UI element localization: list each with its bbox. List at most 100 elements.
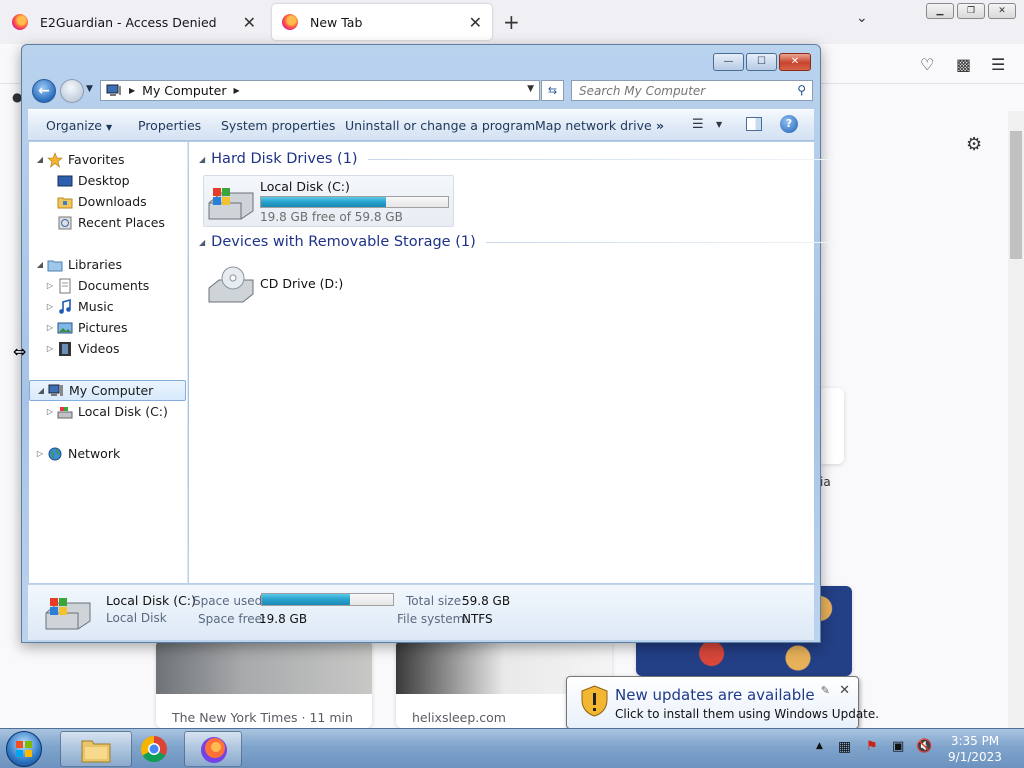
collapsed-arrow-icon[interactable]: ▷: [45, 323, 55, 332]
tree-item-recent-places[interactable]: Recent Places: [29, 212, 186, 233]
computer-icon: [106, 84, 121, 96]
tree-item-music[interactable]: ▷ Music: [29, 296, 186, 317]
tab-close-icon[interactable]: ✕: [469, 13, 482, 32]
expanded-arrow-icon[interactable]: ◢: [36, 386, 46, 395]
breadcrumb-my-computer[interactable]: My Computer: [142, 83, 226, 98]
recent-pages-chevron-down-icon[interactable]: ▼: [86, 84, 93, 94]
tab-title: E2Guardian - Access Denied: [40, 14, 217, 30]
tree-item-favorites[interactable]: ◢ Favorites: [29, 149, 186, 170]
group-header-hard-disks[interactable]: ◢ Hard Disk Drives (1): [199, 151, 833, 167]
group-collapse-icon[interactable]: ◢: [199, 238, 205, 247]
tree-item-local-disk[interactable]: ▷ Local Disk (C:): [29, 401, 186, 422]
close-button[interactable]: ✕: [779, 53, 811, 71]
map-network-drive-button[interactable]: Map network drive: [535, 118, 652, 133]
file-system-label: File system:: [397, 612, 469, 626]
collapsed-arrow-icon[interactable]: ▷: [45, 281, 55, 290]
drive-name: CD Drive (D:): [260, 276, 344, 291]
firefox-favicon-icon: [282, 14, 298, 30]
address-history-chevron-down-icon[interactable]: ▼: [527, 84, 534, 94]
start-button[interactable]: [6, 731, 42, 767]
uninstall-program-button[interactable]: Uninstall or change a program: [345, 118, 535, 133]
notification-subtitle: Click to install them using Windows Upda…: [615, 707, 880, 721]
details-usage-fill: [262, 594, 350, 605]
view-options-chevron-down-icon[interactable]: ▼: [716, 120, 722, 129]
drive-tile-d[interactable]: CD Drive (D:): [203, 258, 403, 310]
tree-label: Downloads: [78, 194, 147, 209]
organize-label: Organize: [46, 118, 102, 133]
story-source: helixsleep.com: [412, 710, 506, 725]
expanded-arrow-icon[interactable]: ◢: [35, 260, 45, 269]
pin-icon[interactable]: ✎: [821, 684, 830, 697]
collapsed-arrow-icon[interactable]: ▷: [45, 344, 55, 353]
action-center-flag-icon[interactable]: ⚑: [866, 739, 878, 754]
desktop-icon: [57, 175, 73, 186]
search-box[interactable]: ⚲: [571, 80, 813, 101]
windows-update-tray-icon[interactable]: ▦: [838, 739, 851, 755]
tree-item-my-computer[interactable]: ◢ My Computer: [29, 380, 186, 401]
taskbar-explorer-button[interactable]: [60, 731, 132, 767]
tree-label: Recent Places: [78, 215, 165, 230]
browser-restore-button[interactable]: ❐: [957, 3, 985, 19]
more-commands-button[interactable]: »: [656, 118, 664, 133]
extensions-icon[interactable]: ▩: [956, 55, 971, 74]
tree-item-network[interactable]: ▷ Network: [29, 443, 186, 464]
chevron-down-icon: ▼: [106, 123, 113, 132]
collapsed-arrow-icon[interactable]: ▷: [45, 302, 55, 311]
group-header-removable[interactable]: ◢ Devices with Removable Storage (1): [199, 234, 836, 250]
tree-item-libraries[interactable]: ◢ Libraries: [29, 254, 186, 275]
shortcut-tile[interactable]: [818, 388, 844, 464]
tree-item-pictures[interactable]: ▷ Pictures: [29, 317, 186, 338]
search-icon[interactable]: ⚲: [797, 83, 806, 97]
network-tray-icon[interactable]: ▣: [892, 739, 904, 754]
browser-minimize-button[interactable]: ▁: [926, 3, 954, 19]
hard-drive-icon: [45, 598, 91, 630]
help-icon[interactable]: ?: [780, 115, 798, 133]
properties-button[interactable]: Properties: [138, 118, 201, 133]
organize-button[interactable]: Organize ▼: [46, 118, 112, 133]
menu-hamburger-icon[interactable]: ☰: [991, 55, 1005, 74]
browser-close-button[interactable]: ✕: [988, 3, 1016, 19]
tree-label: Favorites: [68, 152, 125, 167]
list-all-tabs-chevron-down-icon[interactable]: ⌄: [856, 10, 868, 26]
address-bar[interactable]: ▶ My Computer ▶ ▼: [100, 80, 540, 101]
notification-close-button[interactable]: ✕: [839, 683, 850, 698]
group-collapse-icon[interactable]: ◢: [199, 155, 205, 164]
taskbar-firefox-button[interactable]: [184, 731, 242, 767]
update-notification[interactable]: New updates are available Click to insta…: [566, 676, 879, 729]
maximize-button[interactable]: ☐: [746, 53, 777, 71]
browser-tab-e2guardian[interactable]: E2Guardian - Access Denied ✕: [2, 4, 266, 40]
gear-icon[interactable]: ⚙: [966, 134, 982, 155]
show-hidden-icons-icon[interactable]: ▲: [816, 741, 823, 751]
volume-muted-icon[interactable]: 🔇: [916, 739, 932, 754]
story-card[interactable]: The New York Times · 11 min: [156, 640, 372, 728]
minimize-button[interactable]: —: [713, 53, 744, 71]
preview-pane-icon[interactable]: [746, 117, 762, 131]
drive-tile-c[interactable]: Local Disk (C:) 19.8 GB free of 59.8 GB: [203, 175, 454, 227]
documents-icon: [59, 278, 71, 293]
search-input[interactable]: [579, 83, 789, 98]
taskbar-chrome-button[interactable]: [136, 731, 174, 767]
forward-button[interactable]: [60, 79, 84, 103]
browser-tab-new-tab[interactable]: New Tab ✕: [272, 4, 492, 40]
collapsed-arrow-icon[interactable]: ▷: [35, 449, 45, 458]
new-tab-button[interactable]: +: [503, 10, 520, 34]
back-button[interactable]: ←: [32, 79, 56, 103]
scrollbar-thumb[interactable]: [1010, 131, 1022, 259]
refresh-button[interactable]: ⇆: [541, 80, 564, 101]
page-scrollbar[interactable]: [1008, 111, 1024, 728]
tree-item-downloads[interactable]: Downloads: [29, 191, 186, 212]
tree-item-desktop[interactable]: Desktop: [29, 170, 186, 191]
system-clock[interactable]: 3:35 PM 9/1/2023: [940, 733, 1010, 765]
tree-label: Local Disk (C:): [78, 404, 168, 419]
collapsed-arrow-icon[interactable]: ▷: [45, 407, 55, 416]
tree-item-documents[interactable]: ▷ Documents: [29, 275, 186, 296]
tree-item-videos[interactable]: ▷ Videos: [29, 338, 186, 359]
tab-close-icon[interactable]: ✕: [243, 13, 256, 32]
system-properties-button[interactable]: System properties: [221, 118, 335, 133]
windows-update-shield-icon: [581, 685, 608, 717]
breadcrumb-separator-icon[interactable]: ▶: [129, 86, 135, 95]
breadcrumb-separator-icon[interactable]: ▶: [233, 86, 239, 95]
expanded-arrow-icon[interactable]: ◢: [35, 155, 45, 164]
change-view-icon[interactable]: ☰: [692, 117, 704, 132]
pocket-icon[interactable]: ♡: [920, 55, 934, 74]
